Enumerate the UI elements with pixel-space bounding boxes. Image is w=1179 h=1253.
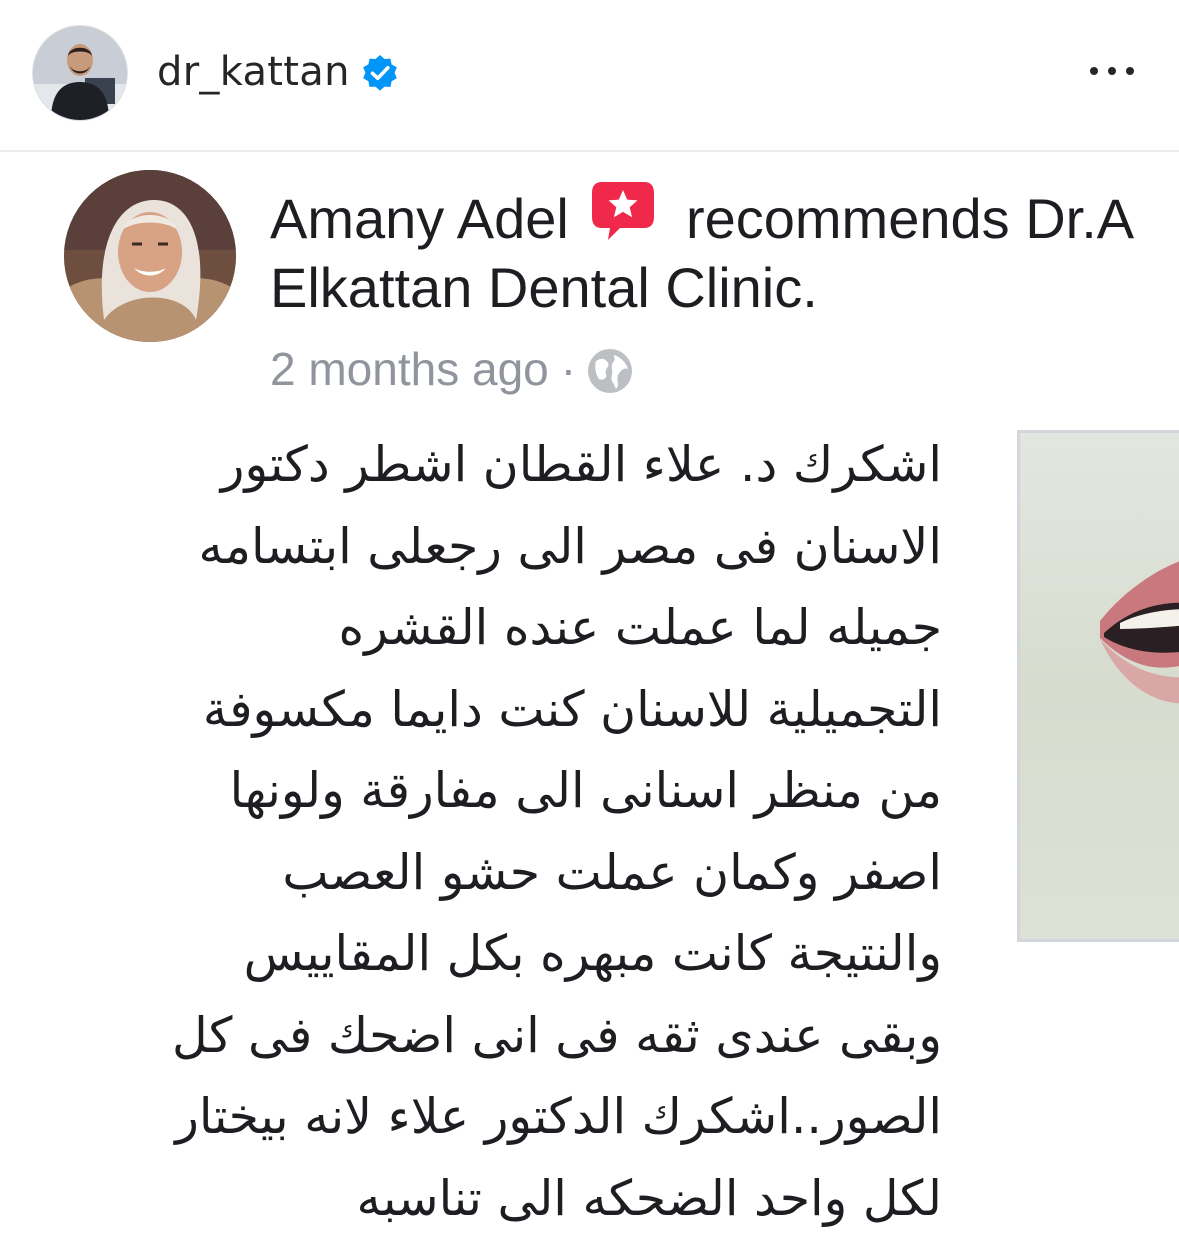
review-line: اصفر وكمان عملت حشو العصب (282, 843, 942, 901)
post-header: dr_kattan (0, 0, 1179, 152)
review-line: وبقى عندى ثقه فى انى اضحك فى كل (172, 1006, 942, 1064)
review-line: جميله لما عملت عنده القشره (338, 599, 942, 656)
reviewer-profile-photo (64, 170, 236, 342)
review-line: من منظر اسنانى الى مفارقة ولونها (229, 762, 942, 819)
verified-badge-icon (363, 55, 397, 91)
review-line: والنتيجة كانت مبهره بكل المقاييس (243, 925, 942, 982)
profile-photo (33, 26, 127, 120)
page-name[interactable]: Elkattan Dental Clinic. (270, 252, 818, 324)
review-line: الصور..اشكرك الدكتور علاء لانه بيختار (175, 1088, 942, 1145)
globe-icon (588, 349, 633, 393)
review-action-text: recommends Dr.A (685, 187, 1135, 250)
smile-photo (1020, 433, 1179, 939)
review-line: اشكرك د. علاء القطان اشطر دكتور (220, 436, 942, 493)
username[interactable]: dr_kattan (157, 44, 350, 100)
profile-avatar[interactable] (33, 26, 127, 120)
review-line: التجميلية للاسنان كنت دايما مكسوفة (202, 680, 942, 738)
attached-photo[interactable] (1017, 430, 1179, 942)
review-meta: 2 months ago · (270, 338, 634, 400)
review-headline: Amany Adel recommends Dr.A (270, 180, 1134, 255)
review-text: اشكرك د. علاء القطان اشطر دكتور الاسنان … (40, 424, 942, 1239)
recommendation-star-icon (592, 182, 655, 240)
review-line: الاسنان فى مصر الى رجعلى ابتسامه (198, 517, 942, 575)
timestamp[interactable]: 2 months ago (270, 343, 549, 395)
meta-separator: · (560, 343, 577, 395)
reviewer-avatar (64, 170, 236, 342)
review-line: لكل واحد الضحكه الى تناسبه (356, 1169, 942, 1227)
more-options-button[interactable] (1086, 56, 1142, 86)
reviewer-name[interactable]: Amany Adel (270, 187, 569, 250)
post-image: Amany Adel recommends Dr.A Elkattan Dent… (0, 152, 1179, 1253)
